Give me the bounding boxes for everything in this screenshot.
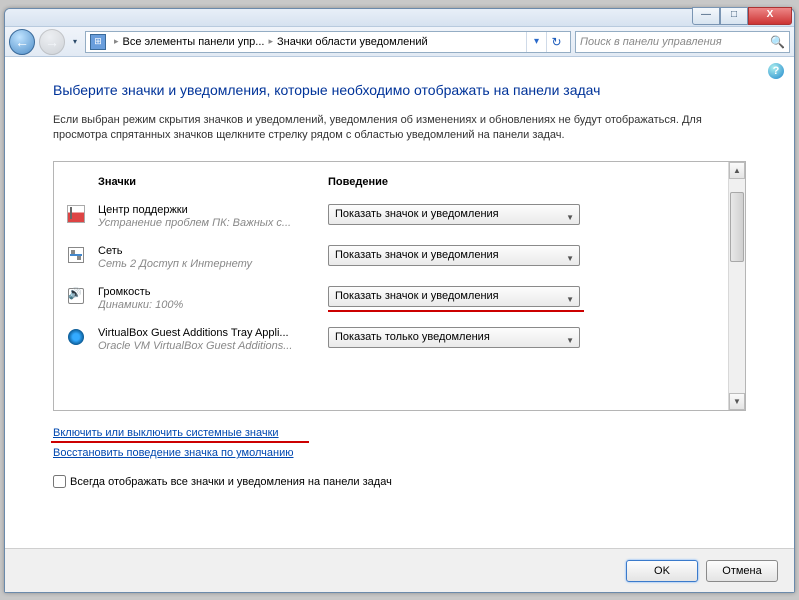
address-bar: ← → ▾ ⊞ ▸ Все элементы панели упр... ▸ З… bbox=[5, 27, 794, 57]
item-desc: Устранение проблем ПК: Важных с... bbox=[98, 217, 318, 229]
item-name: Центр поддержки bbox=[98, 204, 328, 216]
behavior-dropdown[interactable]: Показать только уведомления bbox=[328, 327, 580, 348]
cancel-button[interactable]: Отмена bbox=[706, 560, 778, 582]
behavior-dropdown[interactable]: Показать значок и уведомления bbox=[328, 204, 580, 225]
vertical-scrollbar[interactable]: ▲ ▼ bbox=[728, 162, 745, 410]
nav-forward-button[interactable]: → bbox=[39, 29, 65, 55]
item-desc: Сеть 2 Доступ к Интернету bbox=[98, 258, 318, 270]
item-desc: Динамики: 100% bbox=[98, 299, 318, 311]
breadcrumb-item[interactable]: Все элементы панели упр... bbox=[123, 36, 265, 48]
refresh-button[interactable]: ↻ bbox=[546, 32, 566, 52]
address-dropdown[interactable]: ▾ bbox=[526, 32, 546, 52]
maximize-button[interactable]: □ bbox=[720, 7, 748, 25]
page-title: Выберите значки и уведомления, которые н… bbox=[53, 81, 746, 101]
item-name: VirtualBox Guest Additions Tray Appli... bbox=[98, 327, 328, 339]
control-panel-window: — □ X ← → ▾ ⊞ ▸ Все элементы панели упр.… bbox=[4, 8, 795, 593]
checkbox-label: Всегда отображать все значки и уведомлен… bbox=[70, 476, 392, 488]
scroll-up-button[interactable]: ▲ bbox=[729, 162, 745, 179]
ok-button[interactable]: OK bbox=[626, 560, 698, 582]
item-name: Громкость bbox=[98, 286, 328, 298]
search-placeholder: Поиск в панели управления bbox=[580, 36, 722, 48]
behavior-dropdown[interactable]: Показать значок и уведомления bbox=[328, 286, 580, 307]
list-item: Сеть Сеть 2 Доступ к Интернету Показать … bbox=[68, 239, 714, 280]
content-area: ? Выберите значки и уведомления, которые… bbox=[5, 57, 794, 547]
scroll-down-button[interactable]: ▼ bbox=[729, 393, 745, 410]
item-desc: Oracle VM VirtualBox Guest Additions... bbox=[98, 340, 318, 352]
col-icons: Значки bbox=[98, 176, 328, 188]
icons-list: Значки Поведение Центр поддержки Устране… bbox=[54, 162, 728, 410]
close-button[interactable]: X bbox=[748, 7, 792, 25]
always-show-checkbox-row: Всегда отображать все значки и уведомлен… bbox=[53, 475, 746, 488]
button-bar: OK Отмена bbox=[5, 548, 794, 592]
virtualbox-icon bbox=[68, 327, 98, 345]
breadcrumb[interactable]: ⊞ ▸ Все элементы панели упр... ▸ Значки … bbox=[85, 31, 571, 53]
list-item: Центр поддержки Устранение проблем ПК: В… bbox=[68, 198, 714, 239]
search-input[interactable]: Поиск в панели управления 🔍 bbox=[575, 31, 790, 53]
list-item: Громкость Динамики: 100% Показать значок… bbox=[68, 280, 714, 321]
window-controls: — □ X bbox=[692, 7, 792, 25]
network-icon bbox=[68, 245, 98, 263]
page-description: Если выбран режим скрытия значков и увед… bbox=[53, 113, 746, 144]
icons-list-frame: Значки Поведение Центр поддержки Устране… bbox=[53, 161, 746, 411]
column-headers: Значки Поведение bbox=[68, 172, 714, 198]
titlebar: — □ X bbox=[5, 9, 794, 27]
breadcrumb-sep: ▸ bbox=[268, 36, 273, 47]
nav-history-dropdown[interactable]: ▾ bbox=[69, 32, 81, 52]
breadcrumb-sep: ▸ bbox=[114, 36, 119, 47]
minimize-button[interactable]: — bbox=[692, 7, 720, 25]
nav-back-button[interactable]: ← bbox=[9, 29, 35, 55]
links-area: Включить или выключить системные значки … bbox=[53, 427, 746, 467]
help-icon[interactable]: ? bbox=[768, 63, 784, 79]
restore-defaults-link[interactable]: Восстановить поведение значка по умолчан… bbox=[53, 447, 294, 459]
always-show-checkbox[interactable] bbox=[53, 475, 66, 488]
col-behavior: Поведение bbox=[328, 176, 388, 188]
highlight-underline bbox=[328, 310, 584, 312]
highlight-underline bbox=[51, 441, 309, 443]
scroll-thumb[interactable] bbox=[730, 192, 744, 262]
control-panel-icon: ⊞ bbox=[90, 34, 106, 50]
toggle-system-icons-link[interactable]: Включить или выключить системные значки bbox=[53, 427, 279, 439]
behavior-dropdown[interactable]: Показать значок и уведомления bbox=[328, 245, 580, 266]
breadcrumb-item[interactable]: Значки области уведомлений bbox=[277, 36, 428, 48]
item-name: Сеть bbox=[98, 245, 328, 257]
list-item: VirtualBox Guest Additions Tray Appli...… bbox=[68, 321, 714, 362]
volume-icon bbox=[68, 286, 98, 304]
action-center-icon bbox=[68, 204, 98, 222]
search-icon[interactable]: 🔍 bbox=[770, 35, 785, 49]
